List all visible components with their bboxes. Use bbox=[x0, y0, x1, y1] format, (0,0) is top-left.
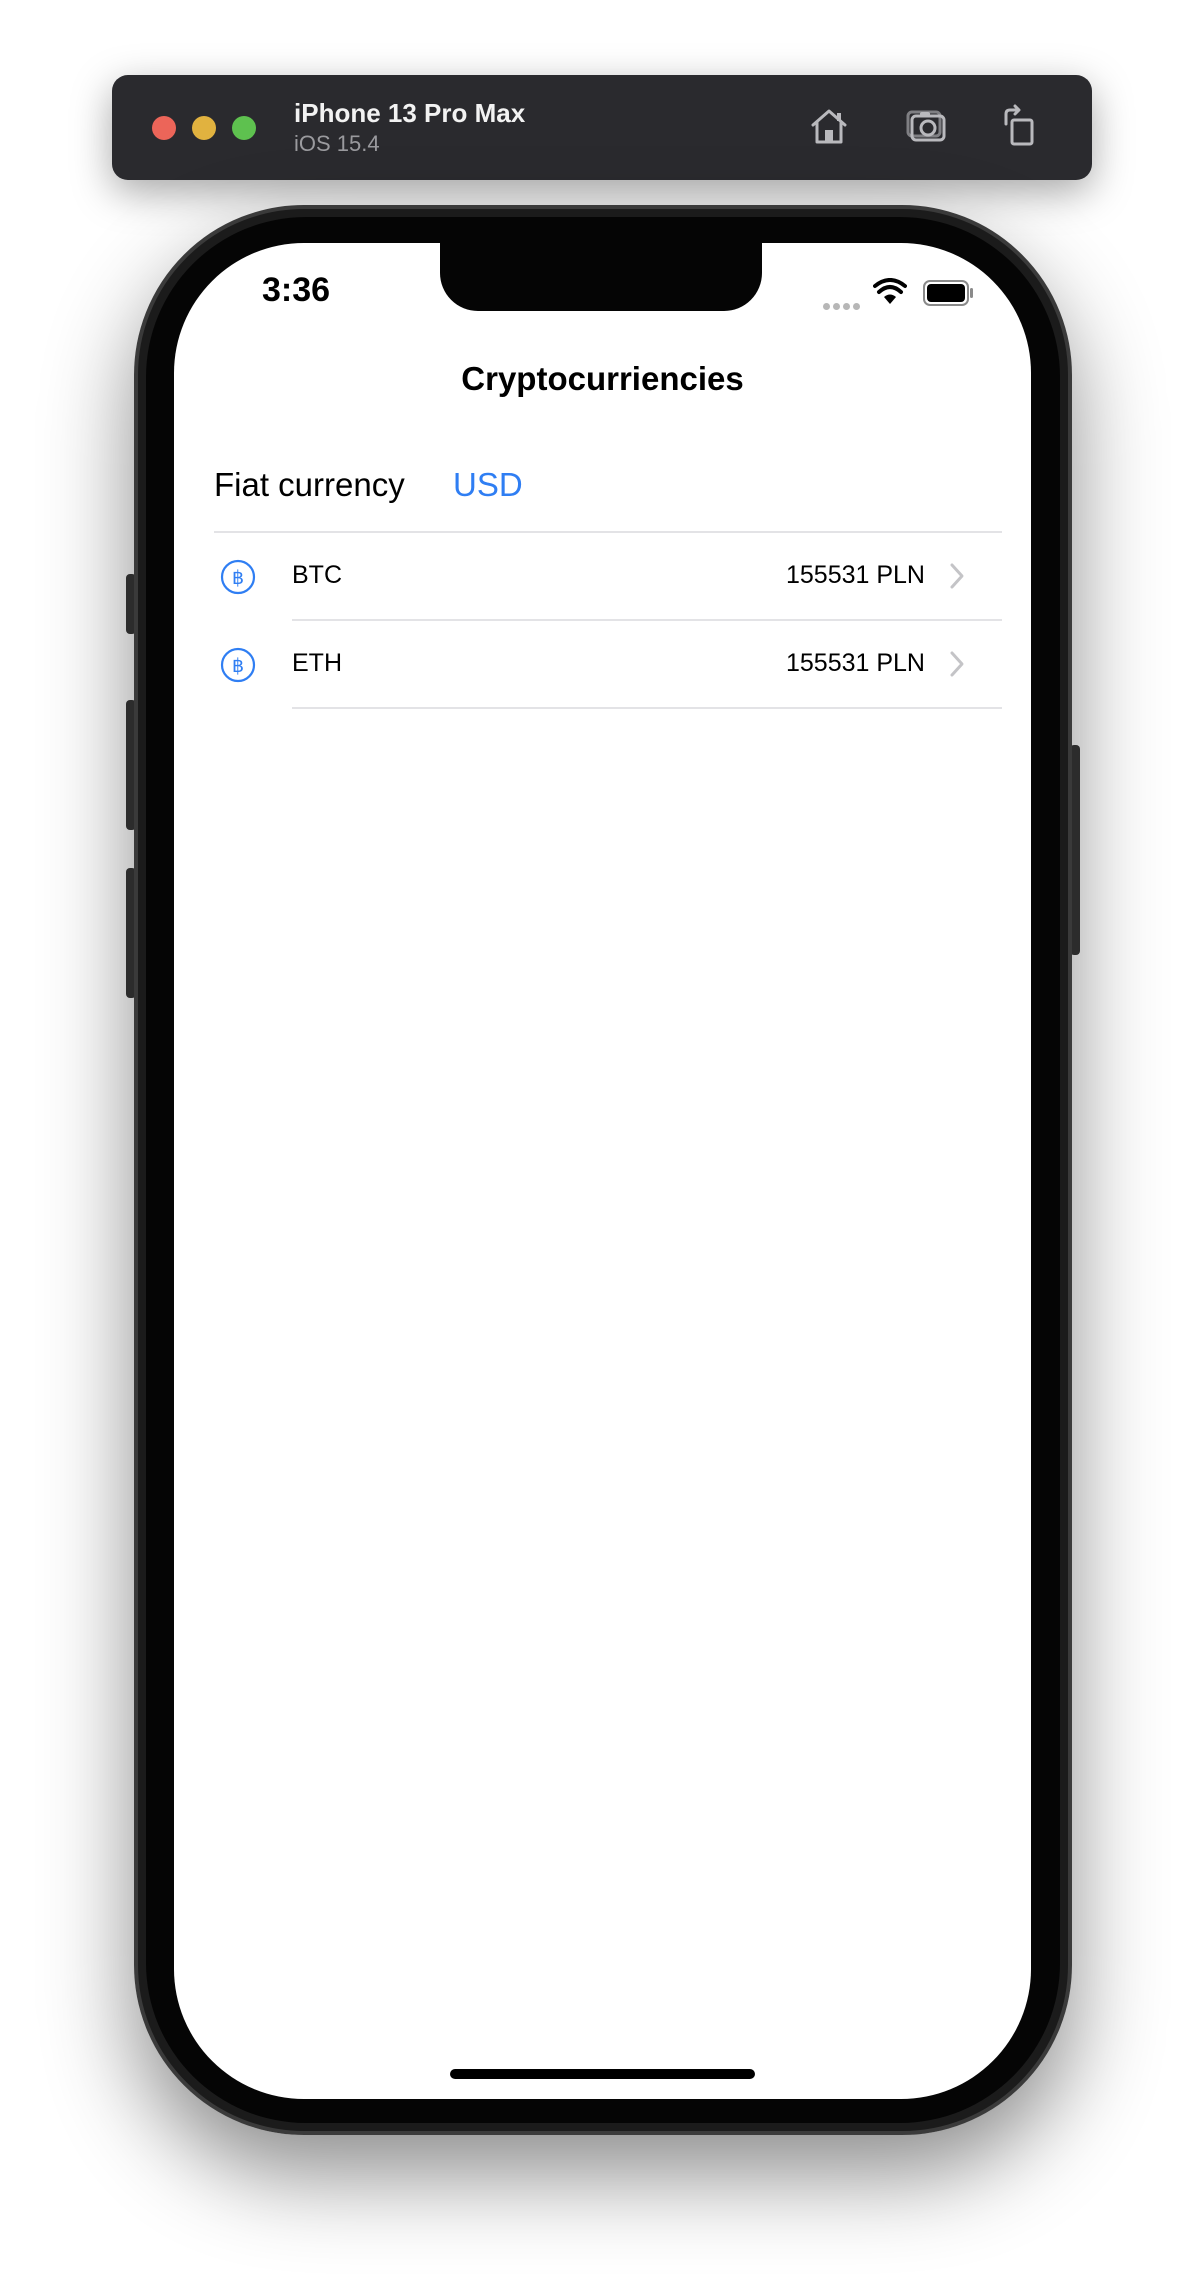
rotate-icon bbox=[1004, 104, 1034, 146]
device-name: iPhone 13 Pro Max bbox=[294, 98, 526, 128]
bitcoin-icon: ฿ bbox=[220, 559, 256, 595]
wifi-icon bbox=[873, 278, 907, 304]
close-window-button[interactable] bbox=[152, 116, 176, 140]
svg-text:฿: ฿ bbox=[232, 567, 244, 589]
screenshot-icon bbox=[906, 110, 946, 142]
zoom-window-button[interactable] bbox=[232, 116, 256, 140]
home-indicator[interactable] bbox=[450, 2069, 755, 2079]
battery-icon bbox=[923, 280, 973, 306]
crypto-symbol: BTC bbox=[292, 561, 342, 589]
screenshot-button[interactable] bbox=[904, 102, 952, 150]
status-time: 3:36 bbox=[262, 271, 331, 309]
page-title: Cryptocurriencies bbox=[461, 360, 744, 397]
list-item-btc[interactable]: ฿ BTC 155531 PLN bbox=[174, 533, 1031, 619]
chevron-right-icon bbox=[950, 563, 964, 589]
home-icon bbox=[811, 109, 847, 144]
device-os-version: iOS 15.4 bbox=[294, 131, 380, 156]
divider bbox=[292, 707, 1002, 709]
svg-text:฿: ฿ bbox=[232, 655, 244, 677]
notch bbox=[440, 243, 762, 311]
device-screen bbox=[174, 243, 1031, 2099]
page: iPhone 13 Pro Max iOS 15.4 3:36 Cryptocu… bbox=[0, 0, 1204, 2288]
crypto-price: 155531 PLN bbox=[785, 561, 925, 589]
bitcoin-icon: ฿ bbox=[220, 647, 256, 683]
fiat-currency-label: Fiat currency bbox=[214, 466, 405, 503]
rotate-button[interactable] bbox=[996, 102, 1044, 150]
minimize-window-button[interactable] bbox=[192, 116, 216, 140]
home-button[interactable] bbox=[805, 102, 853, 150]
chevron-right-icon bbox=[950, 651, 964, 677]
cellular-icon bbox=[823, 297, 863, 315]
list-item-eth[interactable]: ฿ ETH 155531 PLN bbox=[174, 621, 1031, 707]
fiat-currency-picker[interactable]: USD bbox=[453, 466, 523, 504]
crypto-symbol: ETH bbox=[292, 649, 342, 677]
crypto-price: 155531 PLN bbox=[785, 649, 925, 677]
